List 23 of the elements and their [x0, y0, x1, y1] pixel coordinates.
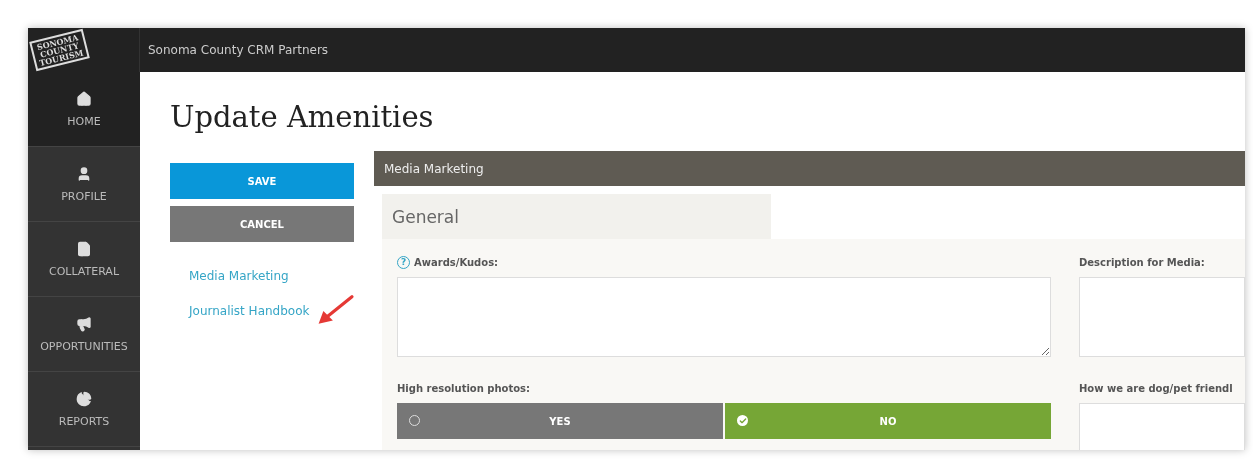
sidebar-item[interactable]: HOME [28, 72, 140, 147]
check-icon [737, 415, 748, 426]
description-field[interactable] [1079, 277, 1245, 357]
awards-field[interactable] [397, 277, 1051, 357]
cancel-button[interactable]: CANCEL [170, 206, 354, 242]
tab-label: General [392, 206, 459, 227]
section-link[interactable]: Media Marketing [189, 269, 289, 283]
house-icon [76, 90, 92, 107]
tab[interactable]: General [382, 194, 771, 239]
megaphone-icon [76, 315, 92, 332]
field-label: Awards/Kudos: [414, 256, 499, 268]
toggle-option[interactable]: NO [725, 403, 1051, 439]
save-button[interactable]: SAVE [170, 163, 354, 199]
page-title: Update Amenities [169, 99, 435, 136]
field-label: How we are dog/pet friendl [1079, 382, 1233, 394]
section-link[interactable]: Journalist Handbook [189, 304, 310, 318]
toggle-option[interactable]: YES [397, 403, 723, 439]
field-label: Description for Media: [1079, 256, 1205, 268]
person-icon [76, 165, 92, 182]
field-label: High resolution photos: [397, 382, 531, 394]
pie-chart-icon [76, 390, 92, 407]
panel-title: Media Marketing [384, 161, 484, 176]
app-title: Sonoma County CRM Partners [148, 43, 329, 57]
